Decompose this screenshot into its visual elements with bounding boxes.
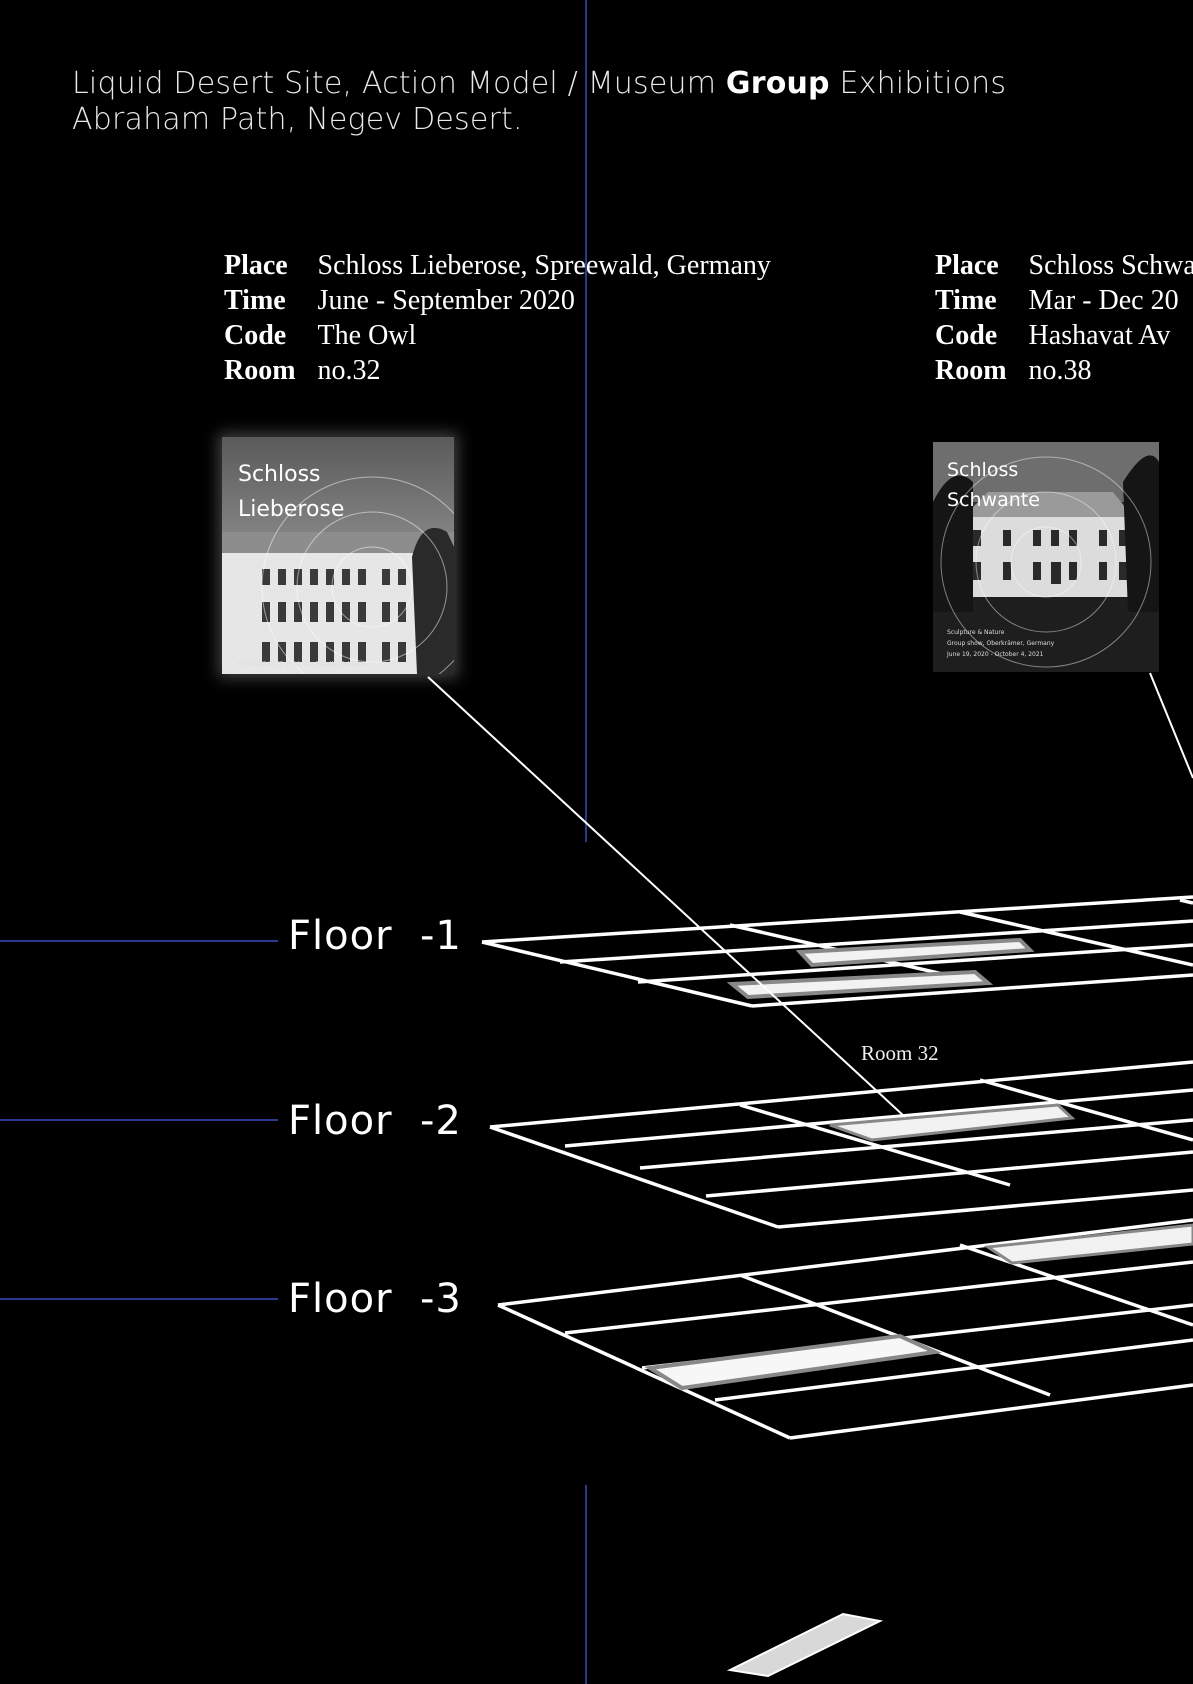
poster-caption-3: June 19, 2020 - October 4, 2021 (946, 651, 1044, 658)
time-label: Time (224, 285, 286, 316)
place-value: Schloss Lieberose, Spreewald, Germany (317, 250, 771, 281)
floor-grid-3 (497, 1218, 1193, 1440)
room-callout: Room 32 (861, 1041, 939, 1065)
poster-caption-2: Group show, Oberkrämer, Germany (947, 640, 1055, 647)
header-line-1: Liquid Desert Site, Action Model / Museu… (72, 66, 1007, 101)
poster-caption: ROSENKRANTZ 2020 The Rusalka Exhibition (238, 661, 370, 668)
room-highlight-floor3-a (644, 1333, 943, 1391)
exhibition-info-2: Place Schloss Schwa Time Mar - Dec 20 Code… (935, 248, 1193, 388)
place-label: Place (224, 250, 288, 281)
place-label: Place (935, 250, 999, 281)
time-label: Time (935, 285, 997, 316)
poster-caption-1: Sculpture & Nature (947, 629, 1005, 636)
poster-title-line-2: Schwante (947, 489, 1040, 511)
poster-title-line-1: Schloss (947, 459, 1018, 481)
room-value: no.32 (317, 355, 381, 386)
floor-grid-2 (489, 1060, 1193, 1229)
place-value: Schloss Schwa (1028, 250, 1193, 281)
floor-label-2: Floor -2 (288, 1098, 462, 1144)
header-bold-word: Group (725, 66, 830, 101)
exhibition-poster-lieberose: Schloss Lieberose ROSENKRANTZ 2020 The R… (222, 437, 454, 674)
code-value: Hashavat Av (1028, 320, 1171, 351)
base-plate (726, 1612, 884, 1678)
exhibition-info-1: Place Schloss Lieberose, Spreewald, Germa… (224, 248, 771, 388)
room-value: no.38 (1028, 355, 1092, 386)
floor-grid-1 (481, 895, 1193, 1008)
page-header: Liquid Desert Site, Action Model / Museu… (72, 66, 1006, 138)
code-value: The Owl (317, 320, 417, 351)
floor-label-3: Floor -3 (288, 1276, 462, 1322)
room-label: Room (935, 355, 1007, 386)
connector-line-2 (1149, 672, 1193, 779)
room-label: Room (224, 355, 296, 386)
floor-label-1: Floor -1 (288, 913, 462, 959)
time-value: Mar - Dec 20 (1028, 285, 1179, 316)
connector-line-1 (427, 676, 906, 1118)
header-line-2: Abraham Path, Negev Desert. (72, 102, 523, 137)
room-highlight-floor3-b (983, 1223, 1193, 1265)
exhibition-poster-schwante: Schloss Schwante Sculpture & Nature Grou… (933, 442, 1159, 672)
code-label: Code (224, 320, 287, 351)
poster-title-line-1: Schloss (238, 462, 321, 487)
time-value: June - September 2020 (317, 285, 575, 316)
code-label: Code (935, 320, 998, 351)
poster-title-line-2: Lieberose (238, 497, 344, 522)
